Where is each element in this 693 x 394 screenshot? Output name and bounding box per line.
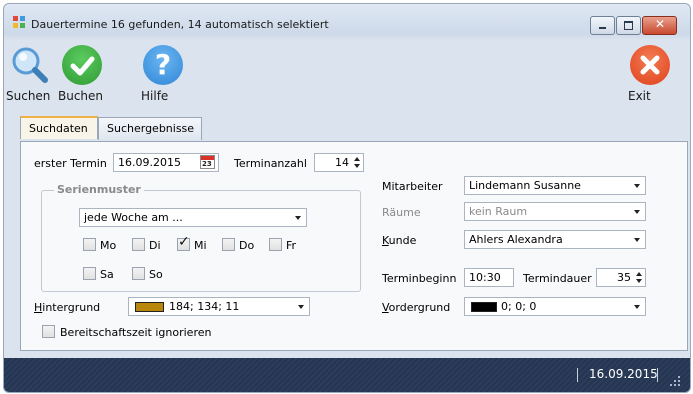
- tab-suchergebnisse[interactable]: Suchergebnisse: [98, 117, 202, 140]
- calendar-icon[interactable]: 23: [200, 155, 215, 169]
- chevron-down-icon: [298, 305, 304, 309]
- employee-value: Lindemann Susanne: [469, 179, 581, 192]
- search-label: Suchen: [6, 89, 51, 103]
- chevron-down-icon: [634, 210, 640, 214]
- weekday-mo-checkbox[interactable]: [83, 238, 96, 251]
- weekday-di-label: Di: [149, 239, 161, 252]
- ignore-standby-checkbox[interactable]: [42, 325, 55, 338]
- search-button[interactable]: Suchen: [6, 38, 54, 103]
- weekday-mi-checkbox[interactable]: ✓: [177, 234, 190, 251]
- background-value: 184; 134; 11: [169, 300, 240, 313]
- customer-value: Ahlers Alexandra: [469, 233, 563, 246]
- status-divider: [657, 368, 658, 382]
- tab-suchdaten[interactable]: Suchdaten: [20, 116, 98, 139]
- weekday-mo-label: Mo: [100, 239, 117, 252]
- book-button[interactable]: Buchen: [58, 38, 106, 103]
- duration-value: 35: [617, 271, 631, 284]
- minimize-icon: [599, 27, 606, 29]
- employee-label: Mitarbeiter: [382, 180, 443, 193]
- checkmark-icon: [62, 45, 102, 85]
- weekday-fr-checkbox[interactable]: [269, 238, 282, 251]
- app-icon: [13, 16, 25, 28]
- maximize-button[interactable]: [616, 16, 641, 35]
- duration-stepper[interactable]: 35: [596, 268, 646, 287]
- maximize-icon: [624, 21, 633, 30]
- series-group-title: Serienmuster: [54, 183, 144, 196]
- close-icon: ✕: [655, 17, 666, 31]
- weekday-sa-label: Sa: [100, 268, 114, 281]
- series-pattern-group: Serienmuster jede Woche am ... Mo Di ✓ M…: [41, 183, 361, 292]
- first-date-value: 16.09.2015: [118, 156, 181, 169]
- toolbar: Suchen Buchen ? Hilfe Exit: [4, 38, 690, 116]
- series-select[interactable]: jede Woche am ...: [79, 208, 307, 227]
- employee-select[interactable]: Lindemann Susanne: [464, 176, 646, 195]
- window-title: Dauertermine 16 gefunden, 14 automatisch…: [31, 18, 329, 31]
- foreground-label: Vordergrund: [382, 301, 451, 314]
- start-time-value: 10:30: [469, 271, 501, 284]
- rooms-select[interactable]: kein Raum: [464, 202, 646, 221]
- status-date: 16.09.2015: [589, 367, 658, 381]
- search-data-panel: erster Termin 16.09.2015 23 Terminanzahl…: [20, 141, 688, 351]
- ignore-standby-label: Bereitschaftszeit ignorieren: [60, 326, 212, 339]
- application-window: Dauertermine 16 gefunden, 14 automatisch…: [0, 0, 693, 394]
- rooms-value: kein Raum: [469, 205, 528, 218]
- start-time-input[interactable]: 10:30: [464, 268, 514, 287]
- first-date-input[interactable]: 16.09.2015 23: [113, 153, 219, 172]
- customer-label: Kunde: [382, 234, 417, 247]
- exit-label: Exit: [628, 89, 651, 103]
- count-stepper[interactable]: 14: [314, 153, 364, 172]
- help-button[interactable]: ? Hilfe: [141, 38, 185, 103]
- magnifier-icon: [10, 45, 50, 85]
- exit-icon: [630, 45, 670, 85]
- foreground-color-select[interactable]: 0; 0; 0: [464, 297, 646, 316]
- checkmark-icon: ✓: [178, 234, 190, 250]
- weekday-so-label: So: [149, 268, 163, 281]
- foreground-value: 0; 0; 0: [501, 300, 537, 313]
- weekday-do-checkbox[interactable]: [222, 238, 235, 251]
- chevron-down-icon: [634, 305, 640, 309]
- help-label: Hilfe: [141, 89, 169, 103]
- rooms-label: Räume: [382, 206, 421, 219]
- spinner-icon[interactable]: [353, 156, 361, 169]
- window-frame: Dauertermine 16 gefunden, 14 automatisch…: [3, 3, 691, 393]
- exit-button[interactable]: Exit: [628, 38, 672, 103]
- duration-label: Termindauer: [523, 272, 592, 285]
- book-label: Buchen: [58, 89, 104, 103]
- background-label: Hintergrund: [34, 301, 101, 314]
- close-window-button[interactable]: ✕: [642, 16, 677, 35]
- help-icon: ?: [143, 45, 183, 85]
- series-value: jede Woche am ...: [84, 211, 183, 224]
- weekday-so-checkbox[interactable]: [132, 267, 145, 280]
- weekday-fr-label: Fr: [286, 239, 297, 252]
- status-divider: [577, 368, 578, 382]
- title-bar[interactable]: Dauertermine 16 gefunden, 14 automatisch…: [4, 4, 690, 38]
- chevron-down-icon: [295, 216, 301, 220]
- resize-grip-icon[interactable]: [670, 376, 682, 388]
- weekday-sa-checkbox[interactable]: [83, 267, 96, 280]
- weekday-do-label: Do: [239, 239, 255, 252]
- background-color-swatch: [135, 302, 164, 312]
- minimize-button[interactable]: [590, 16, 615, 35]
- status-bar: 16.09.2015: [4, 358, 690, 392]
- weekday-mi-label: Mi: [194, 239, 207, 252]
- chevron-down-icon: [634, 184, 640, 188]
- count-label: Terminanzahl: [234, 157, 307, 170]
- background-color-select[interactable]: 184; 134; 11: [128, 297, 310, 316]
- start-time-label: Terminbeginn: [382, 272, 457, 285]
- foreground-color-swatch: [471, 302, 497, 312]
- weekday-di-checkbox[interactable]: [132, 238, 145, 251]
- first-date-label: erster Termin: [34, 157, 107, 170]
- count-value: 14: [335, 156, 349, 169]
- customer-select[interactable]: Ahlers Alexandra: [464, 230, 646, 249]
- chevron-down-icon: [634, 238, 640, 242]
- spinner-icon[interactable]: [635, 271, 643, 284]
